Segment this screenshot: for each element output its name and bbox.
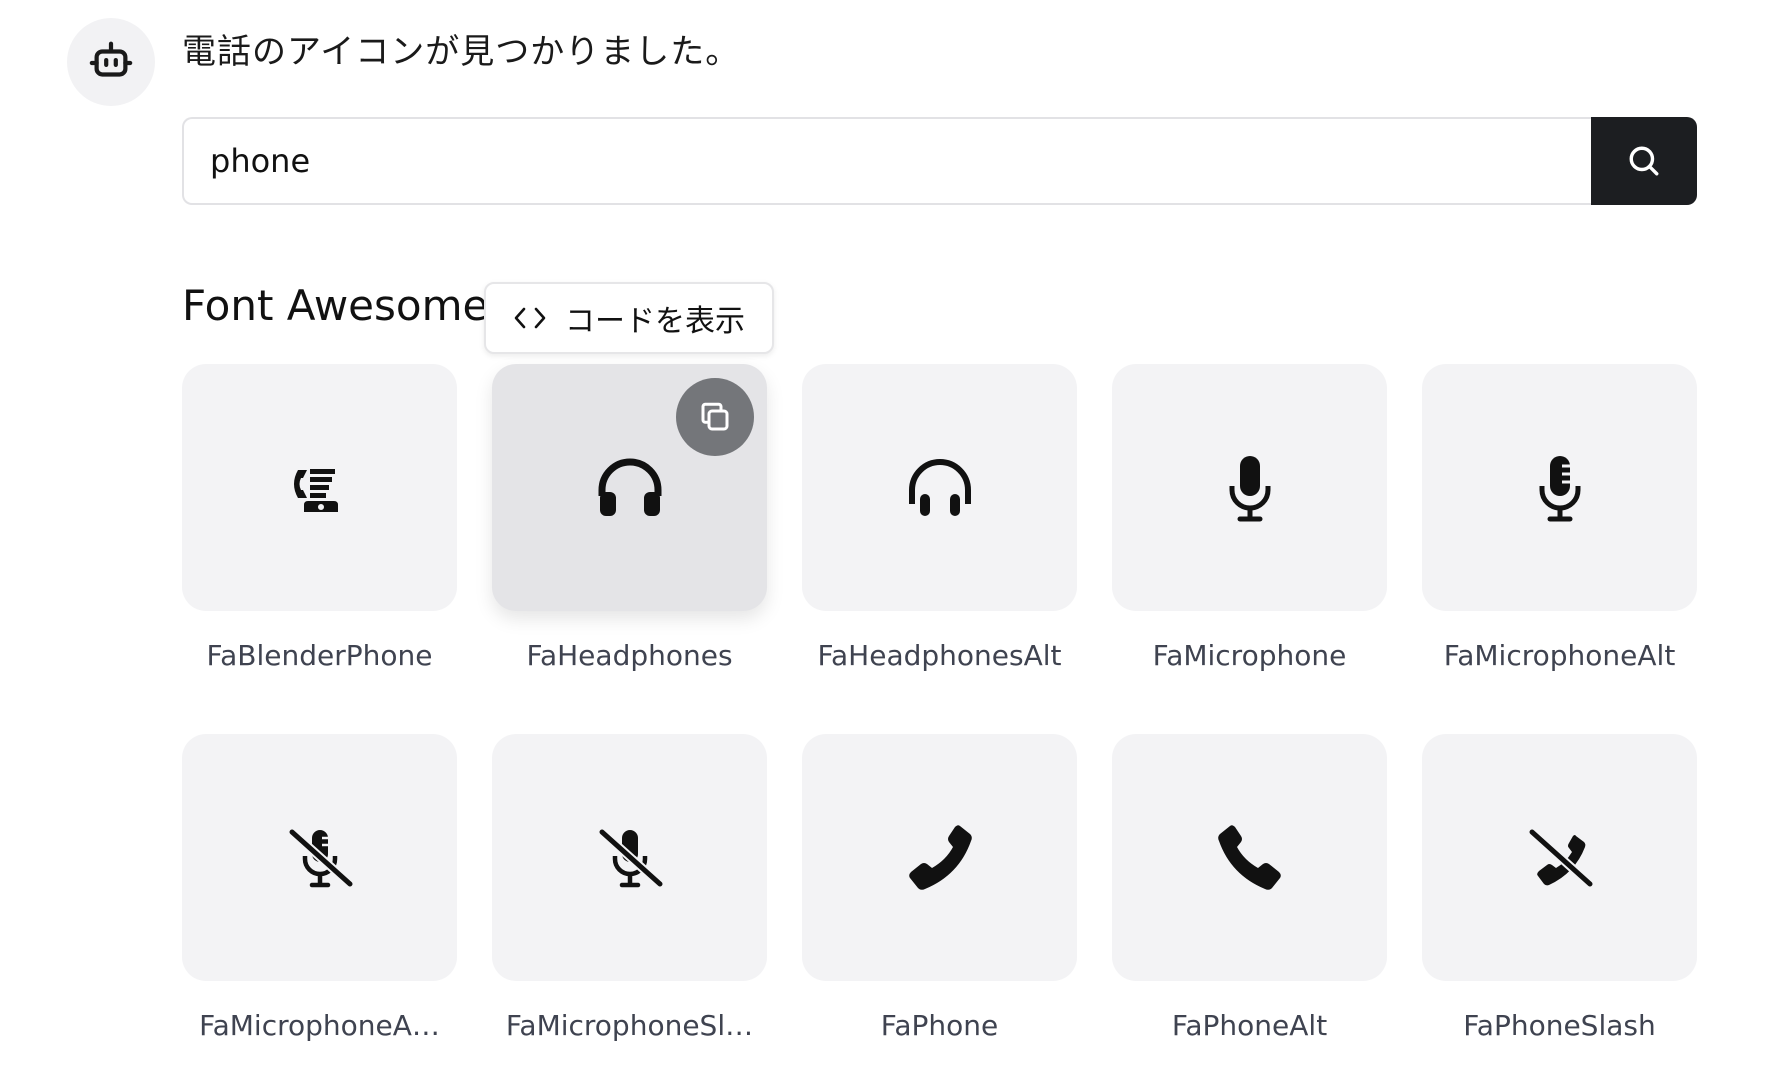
microphone-alt-icon <box>1539 455 1580 521</box>
show-code-label: コードを表示 <box>565 305 745 338</box>
blender-phone-icon <box>293 468 338 512</box>
icon-card: FaMicrophone <box>1112 364 1387 734</box>
icon-tile[interactable] <box>802 364 1077 611</box>
icon-label: FaPhoneAlt <box>1171 1009 1328 1042</box>
icon-label: FaMicrophoneA… <box>199 1009 440 1042</box>
phone-alt-icon <box>1217 824 1281 890</box>
icon-tile[interactable] <box>182 734 457 981</box>
icon-card: FaPhoneAlt <box>1112 734 1387 1084</box>
icon-card: FaMicrophoneSl… <box>492 734 767 1084</box>
icon-label: FaMicrophoneSl… <box>505 1009 754 1042</box>
search-icon <box>1629 146 1659 176</box>
icon-card: FaHeadphones <box>492 364 767 734</box>
icon-label: FaMicrophone <box>1152 639 1347 672</box>
icon-card: FaPhone <box>802 734 1077 1084</box>
icon-card: FaMicrophoneA… <box>182 734 457 1084</box>
icon-label: FaHeadphones <box>526 639 733 672</box>
bot-message: 電話のアイコンが見つかりました。 <box>182 32 741 72</box>
search-input[interactable] <box>182 117 1591 205</box>
robot-icon <box>89 41 133 77</box>
phone-icon <box>908 824 972 890</box>
search-bar <box>182 117 1697 205</box>
microphone-slash-icon <box>598 828 663 887</box>
icon-grid: FaBlenderPhone FaHeadphones FaHeadphones… <box>182 364 1697 1084</box>
icon-tile[interactable] <box>492 364 767 611</box>
icon-tile[interactable] <box>492 734 767 981</box>
icon-tile[interactable] <box>1422 734 1697 981</box>
icon-card: FaMicrophoneAlt <box>1422 364 1697 734</box>
search-button[interactable] <box>1591 117 1697 205</box>
icon-label: FaMicrophoneAlt <box>1443 639 1676 672</box>
icon-label: FaPhoneSlash <box>1463 1009 1656 1042</box>
icon-tile[interactable] <box>802 734 1077 981</box>
icon-tile[interactable] <box>1112 734 1387 981</box>
icon-tile[interactable] <box>182 364 457 611</box>
icon-label: FaHeadphonesAlt <box>817 639 1062 672</box>
microphone-alt-slash-icon <box>288 828 353 887</box>
icon-label: FaBlenderPhone <box>206 639 433 672</box>
headphones-alt-icon <box>908 458 971 516</box>
icon-tile[interactable] <box>1112 364 1387 611</box>
microphone-icon <box>1229 455 1270 521</box>
bot-avatar <box>67 18 155 106</box>
section-title: Font Awesome <box>182 281 489 330</box>
code-brackets-icon <box>514 307 546 329</box>
show-code-button[interactable]: コードを表示 <box>484 282 774 354</box>
copy-icon <box>701 402 729 431</box>
icon-card: FaHeadphonesAlt <box>802 364 1077 734</box>
icon-card: FaPhoneSlash <box>1422 734 1697 1084</box>
icon-label: FaPhone <box>880 1009 999 1042</box>
copy-button[interactable] <box>676 378 754 456</box>
chat-page: 電話のアイコンが見つかりました。 Font Awesome コードを表示 <box>0 0 1774 1084</box>
icon-card: FaBlenderPhone <box>182 364 457 734</box>
phone-slash-icon <box>1528 828 1593 887</box>
icon-tile[interactable] <box>1422 364 1697 611</box>
headphones-icon <box>598 458 661 516</box>
